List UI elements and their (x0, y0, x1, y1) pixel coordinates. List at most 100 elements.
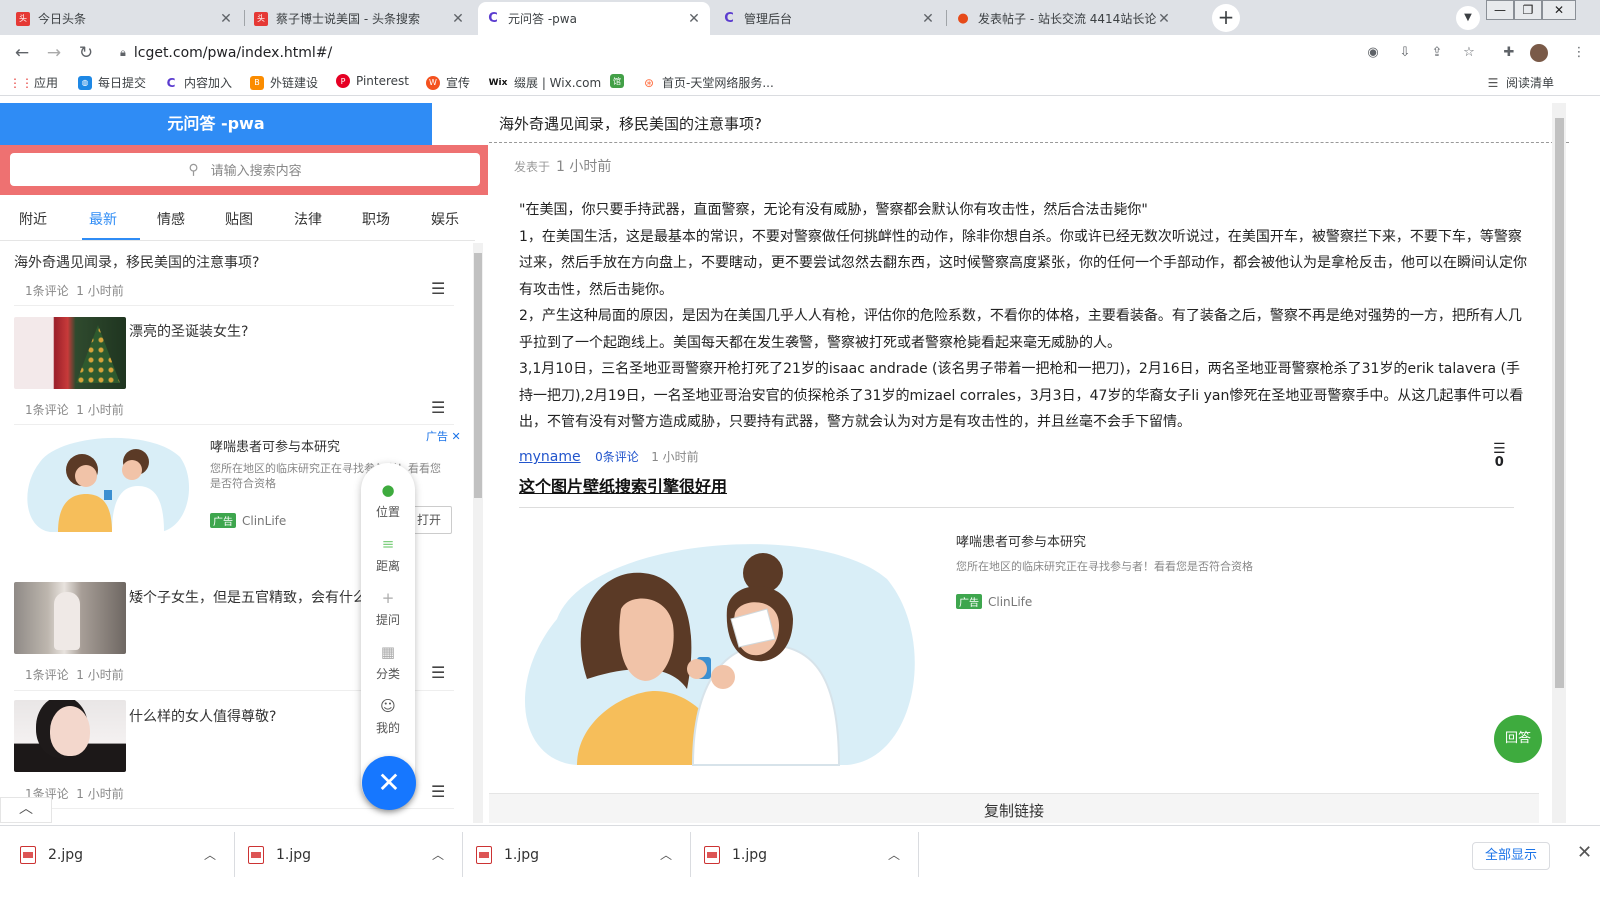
author-link[interactable]: myname (519, 449, 581, 465)
location-icon[interactable]: ◉ (1364, 44, 1382, 62)
minimize-button[interactable]: — (1486, 0, 1514, 20)
ad-illustration-large[interactable] (517, 529, 917, 769)
bookmark-content-join[interactable]: C 内容加入 (164, 74, 232, 91)
download-item[interactable]: 1.jpg ︿ (704, 826, 914, 883)
ad-badge: 广告 (956, 594, 982, 609)
tab-law[interactable]: 法律 (294, 209, 322, 229)
reload-icon[interactable]: ↻ (74, 42, 98, 64)
extensions-icon[interactable]: ✚ (1500, 44, 1518, 62)
weibo-icon: W (426, 75, 440, 90)
show-all-downloads-button[interactable]: 全部显示 (1472, 842, 1550, 870)
feed-item-meta: 1条评论 1 小时前 (25, 284, 124, 298)
search-input[interactable]: ⚲ 请输入搜索内容 (10, 153, 480, 186)
bookmark-promo[interactable]: W 宣传 (426, 74, 470, 91)
comments-link[interactable]: 0条评论 (595, 450, 639, 464)
bookmarks-bar: ⋮⋮ 应用 ◍ 每日提交 C 内容加入 B 外链建设 P Pinterest W… (0, 70, 1600, 96)
download-item[interactable]: 1.jpg ︿ (248, 826, 458, 883)
fab-distance[interactable]: ≡ 距离 (361, 535, 415, 574)
bookmark-green[interactable]: 馆 (610, 74, 630, 88)
forward-icon[interactable]: → (42, 42, 66, 64)
item-menu-icon[interactable]: ☰ (431, 663, 445, 682)
menu-icon[interactable]: ⋮ (1570, 44, 1588, 62)
close-window-button[interactable]: ✕ (1542, 0, 1576, 20)
fab-location[interactable]: ● 位置 (361, 481, 415, 520)
chevron-up-icon[interactable]: ︿ (660, 846, 672, 863)
wix-icon: Wix (488, 77, 508, 88)
bookmark-apps[interactable]: ⋮⋮ 应用 (9, 74, 58, 91)
item-menu-icon[interactable]: ☰ (431, 398, 445, 417)
c-favicon-icon: C (724, 11, 734, 26)
chevron-up-icon[interactable]: ︿ (888, 846, 900, 863)
article-paragraph: 2，产生这种局面的原因，是因为在美国几乎人人有枪，评估你的危险系数，不看你的体格… (519, 308, 1522, 351)
restore-button[interactable]: ❐ (1514, 0, 1542, 20)
right-scrollbar-thumb[interactable] (1555, 118, 1564, 688)
copy-link-button[interactable]: 复制链接 (489, 793, 1539, 823)
bookmark-pinterest[interactable]: P Pinterest (336, 74, 409, 88)
bookmark-tiantang[interactable]: ⊛ 首页-天堂网络服务... (642, 74, 774, 91)
ad-title[interactable]: 哮喘患者可参与本研究 (956, 531, 1086, 550)
app-title: 元问答 -pwa (0, 103, 432, 145)
fab-ask[interactable]: + 提问 (361, 589, 415, 628)
tab-0[interactable]: 头 今日头条 ✕ (8, 2, 242, 35)
bookmark-star-icon[interactable]: ☆ (1460, 44, 1478, 62)
tab-pictures[interactable]: 贴图 (225, 209, 253, 229)
tab-emotion[interactable]: 情感 (157, 209, 185, 229)
tab-workplace[interactable]: 职场 (362, 209, 390, 229)
image-file-icon (20, 845, 36, 864)
green-site-icon: 馆 (610, 74, 624, 88)
bookmark-daily-submit[interactable]: ◍ 每日提交 (78, 74, 146, 91)
blogger-icon: B (250, 75, 264, 90)
tab-3[interactable]: C 管理后台 ✕ (714, 2, 944, 35)
answer-button[interactable]: 回答 (1494, 715, 1542, 763)
close-downloads-icon[interactable]: ✕ (1577, 842, 1592, 863)
reading-list[interactable]: ☰ 阅读清单 (1486, 74, 1554, 91)
short-girl-thumbnail[interactable] (14, 582, 126, 654)
tab-1[interactable]: 头 蔡子博士说美国 - 头条搜索 ✕ (246, 2, 474, 35)
chevron-up-icon[interactable]: ︿ (432, 846, 444, 863)
christmas-girl-thumbnail[interactable] (14, 317, 126, 389)
feed-item-title[interactable]: 漂亮的圣诞装女生? (129, 321, 248, 341)
tab-2[interactable]: C 元问答 -pwa ✕ (478, 2, 710, 35)
menu-icon[interactable]: ☰ (1493, 442, 1506, 456)
close-tab-icon[interactable]: ✕ (450, 11, 466, 27)
related-link[interactable]: 这个图片壁纸搜索引擎很好用 (519, 473, 727, 497)
download-item[interactable]: 2.jpg ︿ (20, 826, 230, 883)
globe-icon: ◍ (78, 75, 92, 90)
tab-search-icon[interactable]: ▼ (1456, 6, 1480, 30)
chevron-up-icon[interactable]: ︿ (204, 846, 216, 863)
ad-source: 广告 ClinLife (210, 513, 286, 528)
scroll-top-icon[interactable]: ︿ (0, 797, 52, 823)
item-menu-icon[interactable]: ☰ (431, 782, 445, 801)
back-icon[interactable]: ← (10, 42, 34, 64)
close-tab-icon[interactable]: ✕ (686, 11, 702, 27)
install-app-icon[interactable]: ⇩ (1396, 44, 1414, 62)
woman-portrait-thumbnail[interactable] (14, 700, 126, 772)
ad-choices[interactable]: 广告 ✕ (426, 428, 461, 444)
close-tab-icon[interactable]: ✕ (1156, 11, 1172, 27)
feed-item-title[interactable]: 什么样的女人值得尊敬? (129, 706, 276, 726)
fab-mine[interactable]: ☺ 我的 (361, 697, 415, 736)
article-panel: 海外奇遇见闻录，移民美国的注意事项? 发表于 1 小时前 "在美国，你只要手持武器… (489, 103, 1569, 823)
bookmark-wix[interactable]: Wix 缀展 | Wix.com (488, 74, 602, 91)
feed-item-title[interactable]: 海外奇遇见闻录，移民美国的注意事项? (14, 252, 259, 272)
tab-4[interactable]: ● 发表帖子 - 站长交流 4414站长论 ✕ (948, 2, 1180, 35)
close-tab-icon[interactable]: ✕ (920, 11, 936, 27)
bookmark-link-building[interactable]: B 外链建设 (250, 74, 318, 91)
share-icon[interactable]: ⇪ (1428, 44, 1446, 62)
pinterest-icon: P (336, 74, 350, 88)
tab-entertainment[interactable]: 娱乐 (431, 209, 459, 229)
fab-category[interactable]: ▦ 分类 (361, 643, 415, 682)
fab-close-button[interactable]: ✕ (362, 756, 416, 810)
address-bar[interactable]: 🔒︎ lcget.com/pwa/index.html#/ (112, 39, 1390, 67)
avatar[interactable] (1530, 44, 1548, 62)
article-paragraph: 1，在美国生活，这是最基本的常识，不要对警察做任何挑衅性的动作，除非你想自杀。你… (519, 228, 1527, 298)
tab-nearby[interactable]: 附近 (19, 209, 47, 229)
left-scrollbar-thumb[interactable] (474, 253, 482, 498)
tab-latest[interactable]: 最新 (89, 209, 117, 229)
close-tab-icon[interactable]: ✕ (218, 11, 234, 27)
download-item[interactable]: 1.jpg ︿ (476, 826, 686, 883)
answer-count[interactable]: ☰ 0 (1493, 442, 1506, 470)
new-tab-button[interactable]: + (1212, 4, 1240, 32)
ad-illustration (27, 437, 190, 532)
item-menu-icon[interactable]: ☰ (431, 279, 445, 298)
